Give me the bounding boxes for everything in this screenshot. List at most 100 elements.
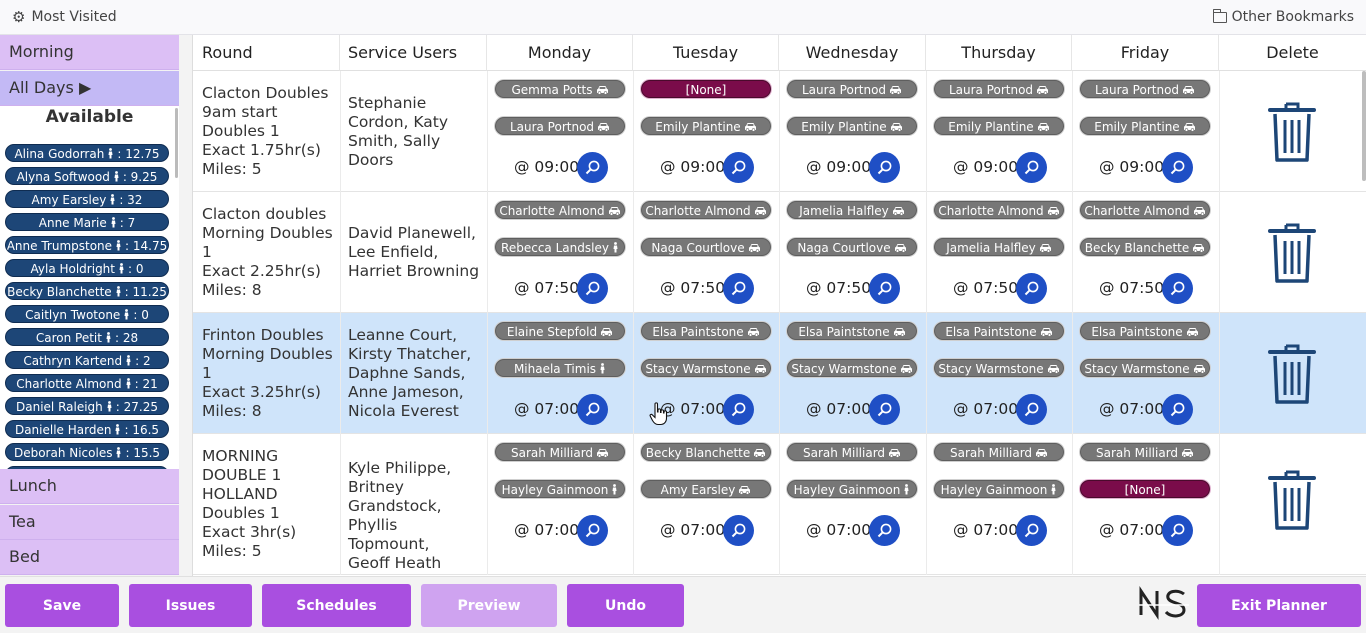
search-button[interactable]: [723, 515, 754, 546]
carer-assignment[interactable]: Sarah Milliard: [787, 443, 917, 461]
carer-assignment[interactable]: Mihaela Timis: [495, 359, 625, 377]
carer-assignment[interactable]: Stacy Warmstone: [641, 359, 771, 377]
carer-assignment[interactable]: Emily Plantine: [787, 117, 917, 135]
carer-assignment[interactable]: Sarah Milliard: [934, 443, 1064, 461]
all-days-toggle[interactable]: All Days ▶: [0, 71, 179, 106]
staff-chip[interactable]: Caitlyn Twotone: 0: [5, 305, 169, 323]
carer-assignment[interactable]: Becky Blanchette: [1080, 238, 1210, 256]
round-row[interactable]: Frinton Doubles Morning Doubles 1 Exact 3.2…: [193, 313, 1366, 434]
search-button[interactable]: [577, 394, 608, 425]
staff-chip[interactable]: Becky Blanchette: 11.25: [5, 282, 169, 300]
round-row[interactable]: Clacton Doubles 9am start Doubles 1 Exact 1…: [193, 71, 1366, 192]
carer-assignment[interactable]: Jamelia Halfley: [787, 201, 917, 219]
search-button[interactable]: [723, 273, 754, 304]
preview-button[interactable]: Preview: [421, 584, 557, 627]
carer-assignment[interactable]: Emily Plantine: [934, 117, 1064, 135]
issues-button[interactable]: Issues: [129, 584, 252, 627]
round-row[interactable]: Clacton doubles Morning Doubles 1 Exact 2.2…: [193, 192, 1366, 313]
search-button[interactable]: [1016, 394, 1047, 425]
carer-assignment[interactable]: Charlotte Almond: [934, 201, 1064, 219]
staff-chip[interactable]: Danielle Harden: 16.5: [5, 420, 169, 438]
carer-assignment[interactable]: Stacy Warmstone: [787, 359, 917, 377]
carer-assignment[interactable]: [None]: [641, 80, 771, 98]
carer-assignment[interactable]: Gemma Potts: [495, 80, 625, 98]
search-button[interactable]: [1016, 152, 1047, 183]
staff-chip[interactable]: Amy Earsley: 32: [5, 190, 169, 208]
schedules-button[interactable]: Schedules: [262, 584, 411, 627]
search-button[interactable]: [1162, 515, 1193, 546]
available-staff-panel[interactable]: Available Alina Godorrah: 12.75 Alyna Sof…: [0, 106, 179, 469]
round-row[interactable]: MORNING DOUBLE 1 HOLLAND Doubles 1 Exact 3hr…: [193, 434, 1366, 575]
carer-assignment[interactable]: Emily Plantine: [1080, 117, 1210, 135]
carer-assignment[interactable]: Becky Blanchette: [641, 443, 771, 461]
search-button[interactable]: [577, 152, 608, 183]
car-icon: [735, 483, 751, 497]
carer-assignment[interactable]: Elaine Stepfold: [495, 322, 625, 340]
carer-assignment[interactable]: Stacy Warmstone: [934, 359, 1064, 377]
carer-assignment[interactable]: Jamelia Halfley: [934, 238, 1064, 256]
carer-assignment[interactable]: Sarah Milliard: [495, 443, 625, 461]
search-button[interactable]: [577, 515, 608, 546]
carer-assignment[interactable]: Laura Portnod: [934, 80, 1064, 98]
delete-round-button[interactable]: [1267, 468, 1317, 532]
search-button[interactable]: [869, 273, 900, 304]
carer-assignment[interactable]: Naga Courtlove: [641, 238, 771, 256]
search-button[interactable]: [723, 152, 754, 183]
carer-assignment[interactable]: Hayley Gainmoon: [787, 480, 917, 498]
carer-assignment[interactable]: Elsa Paintstone: [1080, 322, 1210, 340]
exit-planner-button[interactable]: Exit Planner: [1197, 584, 1361, 627]
most-visited-bookmark[interactable]: ⚙ Most Visited: [12, 9, 117, 25]
search-button[interactable]: [869, 394, 900, 425]
carer-assignment[interactable]: [None]: [1080, 480, 1210, 498]
carer-assignment[interactable]: Laura Portnod: [1080, 80, 1210, 98]
delete-round-button[interactable]: [1267, 100, 1317, 164]
staff-chip[interactable]: Alina Godorrah: 12.75: [5, 144, 169, 162]
staff-chip[interactable]: Cathryn Kartend: 2: [5, 351, 169, 369]
staff-chip[interactable]: Anne Marie: 7: [5, 213, 169, 231]
staff-scrollbar[interactable]: [175, 108, 178, 178]
carer-assignment[interactable]: Elsa Paintstone: [787, 322, 917, 340]
delete-round-button[interactable]: [1267, 221, 1317, 285]
search-button[interactable]: [869, 515, 900, 546]
carer-assignment[interactable]: Charlotte Almond: [1080, 201, 1210, 219]
staff-chip[interactable]: Deborah Nicoles: 15.5: [5, 443, 169, 461]
carer-assignment[interactable]: Laura Portnod: [495, 117, 625, 135]
search-button[interactable]: [1016, 515, 1047, 546]
carer-assignment[interactable]: Naga Courtlove: [787, 238, 917, 256]
search-button[interactable]: [1162, 394, 1193, 425]
other-bookmarks[interactable]: Other Bookmarks: [1212, 9, 1354, 25]
undo-button[interactable]: Undo: [567, 584, 684, 627]
search-button[interactable]: [869, 152, 900, 183]
staff-chip[interactable]: Ayla Holdright: 0: [5, 259, 169, 277]
session-morning[interactable]: Morning: [0, 35, 179, 70]
carer-assignment[interactable]: Sarah Milliard: [1080, 443, 1210, 461]
column-divider: [926, 434, 927, 575]
carer-assignment[interactable]: Hayley Gainmoon: [495, 480, 625, 498]
carer-assignment[interactable]: Laura Portnod: [787, 80, 917, 98]
carer-assignment[interactable]: Charlotte Almond: [495, 201, 625, 219]
save-button[interactable]: Save: [5, 584, 119, 627]
search-button[interactable]: [723, 394, 754, 425]
carer-assignment[interactable]: Stacy Warmstone: [1080, 359, 1210, 377]
staff-chip[interactable]: Charlotte Almond: 21: [5, 374, 169, 392]
session-tea[interactable]: Tea: [0, 505, 179, 540]
carer-assignment[interactable]: Hayley Gainmoon: [934, 480, 1064, 498]
carer-assignment[interactable]: Emily Plantine: [641, 117, 771, 135]
search-button[interactable]: [1016, 273, 1047, 304]
search-button[interactable]: [1162, 152, 1193, 183]
delete-round-button[interactable]: [1267, 342, 1317, 406]
staff-chip[interactable]: Anne Trumpstone: 14.75: [5, 236, 169, 254]
session-bed[interactable]: Bed: [0, 540, 179, 575]
carer-assignment[interactable]: Elsa Paintstone: [641, 322, 771, 340]
search-button[interactable]: [1162, 273, 1193, 304]
carer-assignment[interactable]: Amy Earsley: [641, 480, 771, 498]
carer-assignment[interactable]: Charlotte Almond: [641, 201, 771, 219]
staff-chip[interactable]: Alyna Softwood: 9.25: [5, 167, 169, 185]
staff-chip[interactable]: Daniel Raleigh: 27.25: [5, 397, 169, 415]
staff-chip[interactable]: Caron Petit: 28: [5, 328, 169, 346]
carer-assignment[interactable]: Elsa Paintstone: [934, 322, 1064, 340]
grid-scrollbar[interactable]: [1362, 71, 1366, 181]
session-lunch[interactable]: Lunch: [0, 469, 179, 504]
search-button[interactable]: [577, 273, 608, 304]
carer-assignment[interactable]: Rebecca Landsley: [495, 238, 625, 256]
